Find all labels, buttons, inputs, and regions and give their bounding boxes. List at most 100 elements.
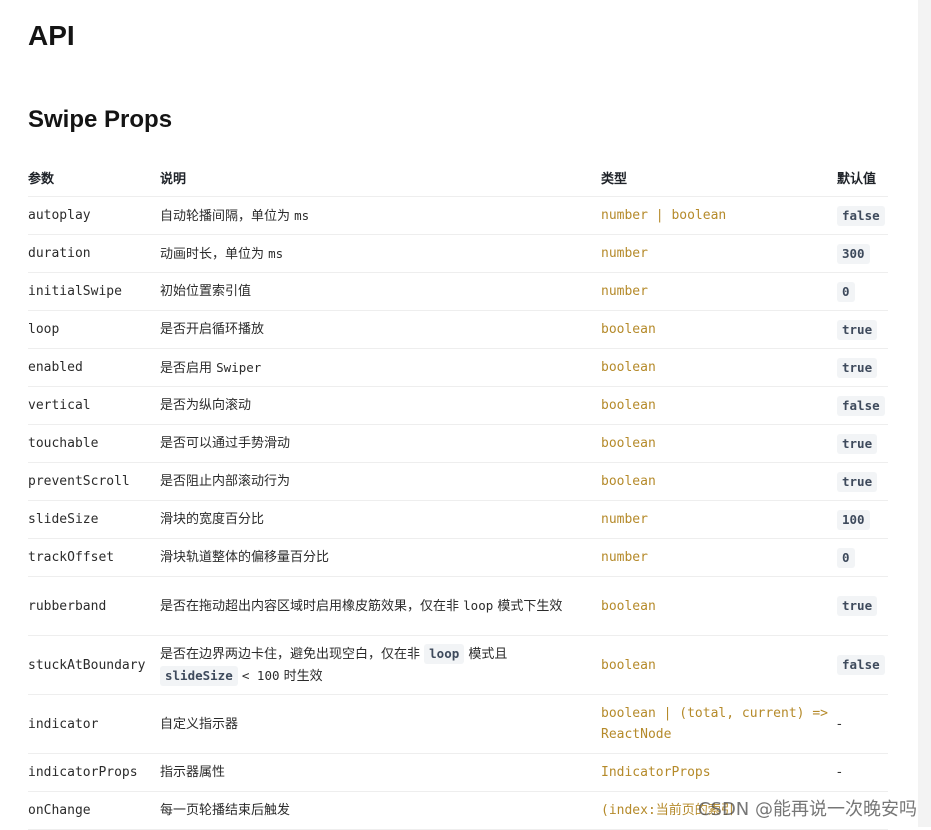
prop-description: 是否阻止内部滚动行为 [160,462,601,501]
prop-default: true [837,576,888,636]
description-text: 指示器属性 [160,765,226,780]
prop-default: 100 [837,500,888,539]
description-text: 动画时长，单位为 [160,246,269,262]
table-row: slideSize 滑块的宽度百分比 number 100 [28,500,888,539]
default-value-code: false [837,205,885,226]
prop-name: slideSize [28,500,160,539]
default-value-code: true [837,319,878,340]
prop-type: boolean [601,635,837,695]
table-row: autoplay 自动轮播间隔，单位为 ms number | boolean fal… [28,196,888,235]
table-row: touchable 是否可以通过手势滑动 boolean true [28,424,888,463]
table-row: initialSwipe 初始位置索引值 number 0 [28,272,888,311]
inline-code: ms [294,207,310,223]
prop-name: duration [28,234,160,273]
prop-name: initialSwipe [28,272,160,311]
prop-description: 初始位置索引值 [160,272,601,311]
prop-default: 300 [837,234,888,273]
default-value-code: true [837,433,878,454]
prop-type: boolean [601,576,837,636]
inline-code-badge: slideSize [160,665,238,686]
prop-type: number [601,234,837,273]
props-table: 参数 说明 类型 默认值 autoplay 自动轮播间隔，单位为 ms number… [28,158,888,830]
header-type: 类型 [601,158,837,197]
prop-default: false [837,196,888,235]
prop-name: indicatorProps [28,753,160,792]
table-row: stuckAtBoundary 是否在边界两边卡住，避免出现空白，仅在非 loop… [28,635,888,695]
prop-default: 0 [837,272,888,311]
description-text: 初始位置索引值 [160,284,252,299]
prop-default: true [837,462,888,501]
description-text: 每一页轮播结束后触发 [160,803,291,818]
table-row: loop 是否开启循环播放 boolean true [28,310,888,349]
description-text: 自动轮播间隔，单位为 [160,208,295,224]
default-value-code: 100 [837,509,870,530]
default-value-code: true [837,596,878,616]
prop-description: 自动轮播间隔，单位为 ms [160,196,601,235]
prop-default: 0 [837,538,888,577]
default-value-code: true [837,357,878,378]
prop-description: 是否为纵向滚动 [160,386,601,425]
prop-default: - [837,753,888,792]
prop-type: number | boolean [601,196,837,235]
inline-code: ms [268,245,284,261]
prop-name: preventScroll [28,462,160,501]
prop-description: 自定义指示器 [160,694,601,754]
description-text: 滑块的宽度百分比 [160,512,265,527]
inline-code-badge: loop [424,643,465,664]
header-desc: 说明 [160,158,601,197]
inline-code: Swiper [216,359,262,375]
prop-name: trackOffset [28,538,160,577]
description-text: 是否阻止内部滚动行为 [160,474,291,489]
default-value-code: false [837,655,885,675]
prop-name: enabled [28,348,160,387]
prop-name: touchable [28,424,160,463]
prop-type: boolean [601,424,837,463]
prop-type: number [601,500,837,539]
default-value-code: false [837,395,885,416]
description-text: 是否启用 [160,360,217,376]
prop-type: boolean [601,348,837,387]
inline-code: loop [463,598,494,613]
prop-name: vertical [28,386,160,425]
prop-name: loop [28,310,160,349]
prop-type: boolean [601,310,837,349]
default-value-code: 300 [837,243,870,264]
prop-description: 是否可以通过手势滑动 [160,424,601,463]
prop-default: false [837,386,888,425]
prop-name: onChange [28,791,160,830]
table-header-row: 参数 说明 类型 默认值 [28,158,888,197]
header-default: 默认值 [837,158,888,197]
prop-description: 动画时长，单位为 ms [160,234,601,273]
table-row: trackOffset 滑块轨道整体的偏移量百分比 number 0 [28,538,888,577]
default-value-code: 0 [837,547,855,568]
prop-type: IndicatorProps [601,753,837,792]
table-row: rubberband 是否在拖动超出内容区域时启用橡皮筋效果，仅在非 loop 模… [28,576,888,636]
description-text: 自定义指示器 [160,716,239,732]
description-text: 时生效 [279,668,323,684]
prop-default: true [837,424,888,463]
page-title: API [28,20,75,51]
table-row: enabled 是否启用 Swiper boolean true [28,348,888,387]
description-text: 模式下生效 [493,599,563,614]
prop-description: 滑块的宽度百分比 [160,500,601,539]
prop-description: 是否在边界两边卡住，避免出现空白，仅在非 loop 模式且 slideSize … [160,635,601,695]
description-text: 是否可以通过手势滑动 [160,436,291,451]
watermark: CSDN @能再说一次晚安吗 [697,799,917,820]
prop-type: number [601,272,837,311]
header-name: 参数 [28,158,160,197]
prop-description: 指示器属性 [160,753,601,792]
prop-default: false [837,635,888,695]
description-text: 是否开启循环播放 [160,322,265,337]
scrollbar[interactable] [918,0,931,827]
prop-description: 每一页轮播结束后触发 [160,791,601,830]
prop-description: 滑块轨道整体的偏移量百分比 [160,538,601,577]
default-value-code: 0 [837,281,855,302]
prop-type: boolean [601,462,837,501]
prop-name: stuckAtBoundary [28,635,160,695]
inline-code: < 100 [241,667,280,683]
prop-description: 是否开启循环播放 [160,310,601,349]
table-row: indicatorProps 指示器属性 IndicatorProps - [28,753,888,792]
prop-default: - [837,694,888,754]
section-title: Swipe Props [28,106,173,133]
prop-description: 是否启用 Swiper [160,348,601,387]
